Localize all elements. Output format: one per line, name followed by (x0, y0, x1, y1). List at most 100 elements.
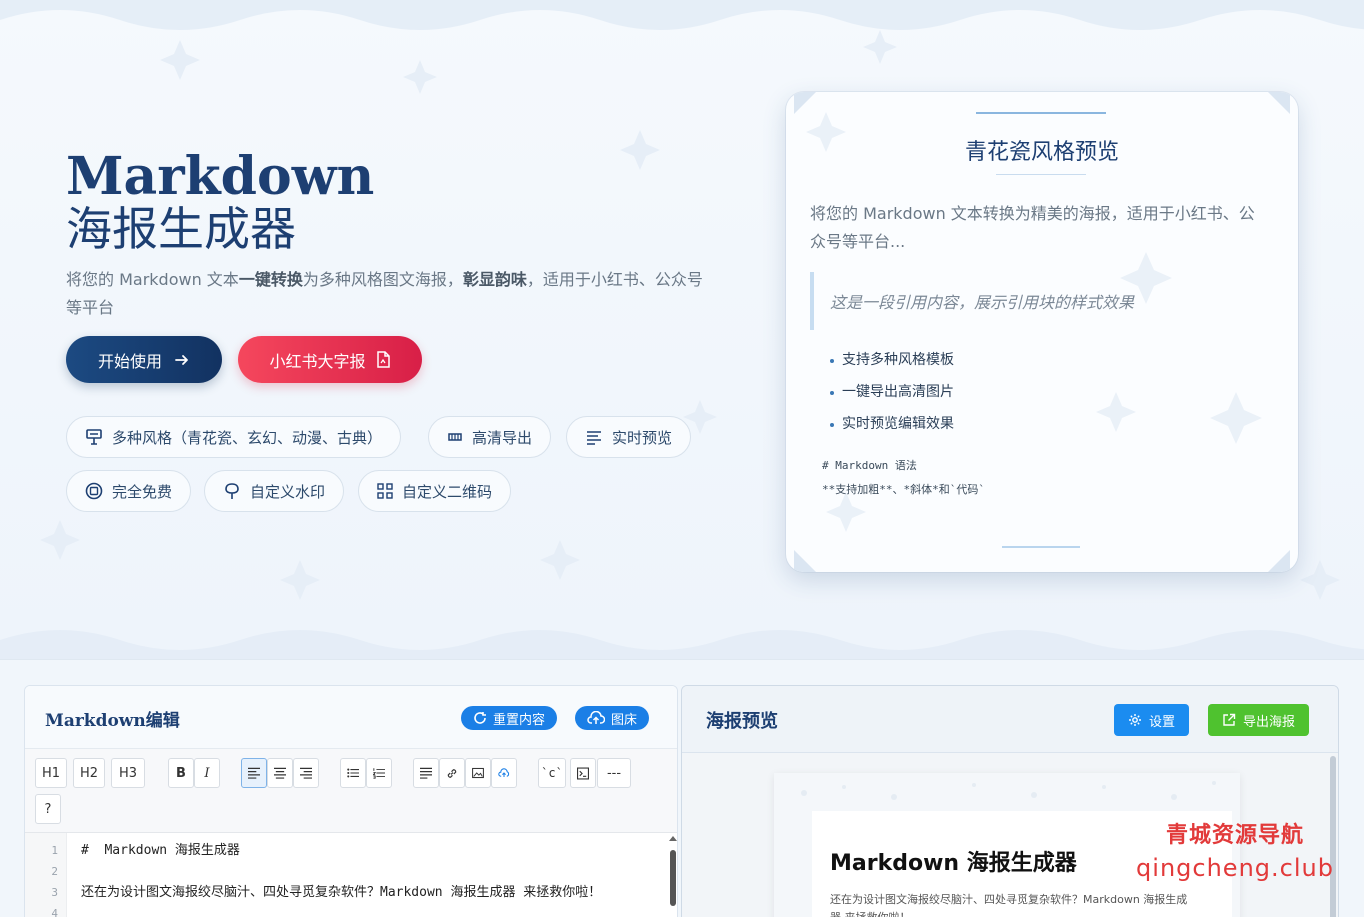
code-line[interactable]: # Markdown 海报生成器 (81, 840, 601, 861)
code-line[interactable] (81, 903, 601, 917)
reset-button-label: 重置内容 (493, 712, 546, 728)
line-number: 2 (51, 865, 58, 878)
document-icon (376, 351, 390, 368)
desc-highlight: 彰显韵味 (462, 270, 527, 289)
upload-image-button[interactable] (491, 758, 517, 788)
start-button[interactable]: 开始使用 (66, 336, 222, 383)
link-icon (447, 768, 457, 778)
image-host-button[interactable]: 图床 (575, 706, 650, 730)
code-block-button[interactable] (570, 758, 596, 788)
feature-chip-label: 完全免费 (112, 482, 173, 501)
line-number: 4 (51, 907, 58, 917)
arrow-right-icon (175, 354, 188, 365)
h1-button[interactable]: H1 (35, 758, 67, 788)
desc-text: 将您的 Markdown 文本 (66, 270, 239, 289)
hero-title: Markdown 海报生成器 (66, 146, 375, 256)
bullet-list-button[interactable] (340, 758, 366, 788)
palette-icon (86, 429, 102, 445)
free-icon (85, 482, 103, 500)
align-right-icon (300, 767, 312, 779)
watermark: 青城资源导航 qingcheng.club (1130, 820, 1340, 884)
feature-chip-styles: 多种风格（青花瓷、玄幻、动漫、古典） (66, 416, 402, 458)
feature-chip-free: 完全免费 (66, 470, 192, 512)
feature-chip-label: 自定义水印 (250, 482, 326, 501)
list-item: 一键导出高清图片 (830, 376, 954, 408)
qrcode-icon (377, 483, 393, 499)
ordered-list-icon (373, 768, 385, 779)
card-title: 青花瓷风格预览 (964, 140, 1119, 165)
watermark-line1: 青城资源导航 (1165, 823, 1304, 848)
hd-icon (448, 433, 462, 441)
feature-chip-label: 多种风格（青花瓷、玄幻、动漫、古典） (112, 428, 383, 447)
markdown-editor-panel: Markdown编辑 重置内容 图床 H1 H2 H3 B I `c` --- … (24, 685, 678, 917)
reset-content-button[interactable]: 重置内容 (461, 706, 558, 730)
xiaohongshu-poster-button[interactable]: 小红书大字报 (238, 336, 422, 383)
lines-icon (587, 431, 601, 445)
help-button[interactable]: ? (35, 794, 61, 824)
paragraph-icon (420, 767, 432, 779)
watermark-line2: qingcheng.club (1136, 854, 1334, 882)
gear-icon (1129, 714, 1141, 726)
align-left-icon (248, 767, 260, 779)
align-center-icon (274, 767, 286, 779)
feature-chip-watermark: 自定义水印 (204, 470, 345, 512)
desc-highlight: 一键转换 (238, 270, 303, 289)
paragraph-button[interactable] (413, 758, 439, 788)
editor-header: Markdown编辑 重置内容 图床 (25, 686, 677, 749)
poster-title: Markdown 海报生成器 (830, 851, 1077, 876)
stamp-icon (225, 483, 239, 499)
export-button-label: 导出海报 (1243, 714, 1296, 730)
card-blockquote: 这是一段引用内容，展示引用块的样式效果 (810, 272, 1260, 330)
desc-text: 为多种风格图文海报， (302, 270, 463, 289)
editor-toolbar: H1 H2 H3 B I `c` --- ? (25, 749, 677, 833)
image-button[interactable] (465, 758, 491, 788)
export-poster-button[interactable]: 导出海报 (1208, 704, 1310, 736)
feature-chip-live-preview: 实时预览 (566, 416, 692, 458)
hero-description: 将您的 Markdown 文本一键转换为多种风格图文海报，彰显韵味，适用于小红书… (66, 266, 706, 322)
cloud-upload-icon (498, 768, 510, 777)
line-number: 3 (51, 886, 58, 899)
link-button[interactable] (439, 758, 465, 788)
settings-button[interactable]: 设置 (1114, 704, 1190, 736)
image-icon (472, 767, 484, 779)
align-center-button[interactable] (267, 758, 293, 788)
line-number-gutter: 1 2 3 4 (25, 833, 67, 917)
preview-header: 海报预览 设置 导出海报 (682, 686, 1338, 753)
settings-button-label: 设置 (1149, 714, 1176, 730)
list-item: 实时预览编辑效果 (830, 408, 954, 440)
card-description: 将您的 Markdown 文本转换为精美的海报，适用于小红书、公众号等平台... (810, 204, 1255, 251)
code-lines[interactable]: # Markdown 海报生成器 还在为设计图文海报绞尽脑汁、四处寻觅复杂软件？… (81, 840, 601, 917)
feature-chip-label: 自定义二维码 (402, 482, 493, 501)
code-line: # Markdown 语法 (822, 459, 917, 472)
style-preview-card: 青花瓷风格预览 将您的 Markdown 文本转换为精美的海报，适用于小红书、公… (786, 92, 1298, 572)
feature-chip-label: 高清导出 (472, 428, 533, 447)
hero-title-line2: 海报生成器 (66, 202, 296, 256)
hero-title-line1: Markdown (66, 146, 375, 207)
align-right-button[interactable] (293, 758, 319, 788)
code-line[interactable] (81, 861, 601, 882)
code-line[interactable]: 还在为设计图文海报绞尽脑汁、四处寻觅复杂软件？Markdown 海报生成器 来拯… (81, 882, 601, 903)
decorative-line (996, 174, 1086, 175)
bold-button[interactable]: B (168, 758, 194, 788)
italic-button[interactable]: I (194, 758, 220, 788)
code-line: **支持加粗**、*斜体*和`代码` (822, 483, 985, 496)
image-host-label: 图床 (611, 712, 638, 728)
card-feature-list: 支持多种风格模板 一键导出高清图片 实时预览编辑效果 (830, 344, 954, 440)
hero-section: Markdown 海报生成器 将您的 Markdown 文本一键转换为多种风格图… (0, 0, 1364, 660)
editor-scrollbar[interactable] (669, 836, 677, 906)
preview-title: 海报预览 (706, 711, 778, 732)
editor-title: Markdown编辑 (45, 711, 180, 731)
ordered-list-button[interactable] (366, 758, 392, 788)
horizontal-rule-button[interactable]: --- (597, 758, 631, 788)
feature-chip-label: 实时预览 (612, 428, 673, 447)
cloud-upload-icon (587, 711, 605, 724)
export-icon (1223, 713, 1236, 726)
inline-code-button[interactable]: `c` (538, 758, 566, 788)
h2-button[interactable]: H2 (73, 758, 105, 788)
start-button-label: 开始使用 (97, 351, 162, 371)
h3-button[interactable]: H3 (111, 758, 145, 788)
markdown-code-editor[interactable]: 1 2 3 4 # Markdown 海报生成器 还在为设计图文海报绞尽脑汁、四… (25, 833, 677, 917)
refresh-icon (474, 712, 486, 724)
decorative-line (976, 112, 1106, 114)
align-left-button[interactable] (241, 758, 267, 788)
